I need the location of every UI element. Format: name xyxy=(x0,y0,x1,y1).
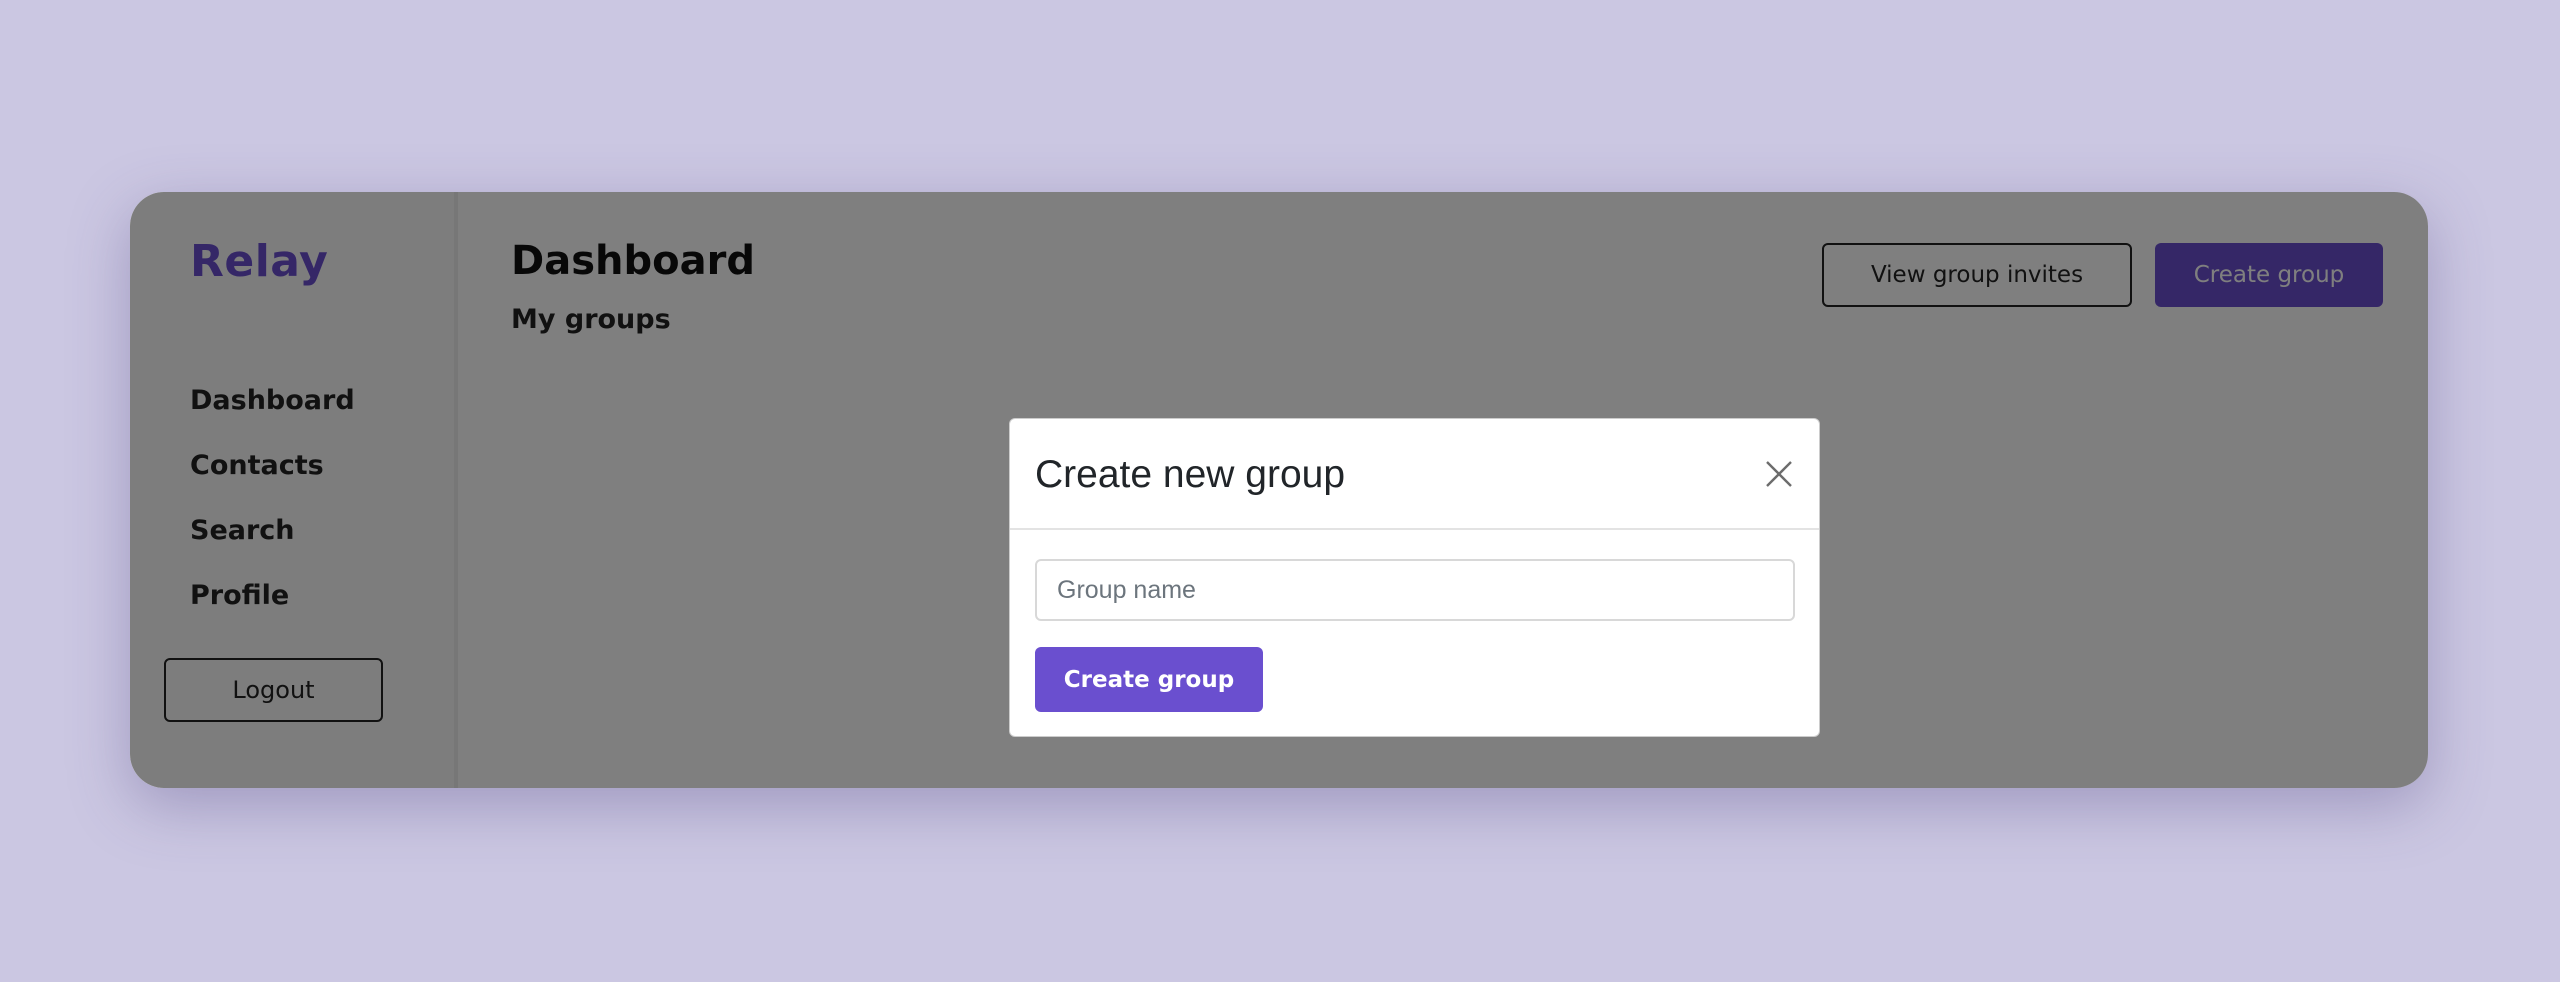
modal-title: Create new group xyxy=(1035,453,1346,496)
app-window: Relay Dashboard Contacts Search Profile … xyxy=(130,192,2428,788)
create-group-modal: Create new group Create group xyxy=(1009,418,1820,737)
modal-close-button[interactable] xyxy=(1761,457,1797,493)
close-icon xyxy=(1766,460,1792,487)
modal-create-group-button[interactable]: Create group xyxy=(1035,647,1263,712)
modal-header: Create new group xyxy=(1010,419,1819,530)
group-name-input[interactable] xyxy=(1035,559,1795,621)
